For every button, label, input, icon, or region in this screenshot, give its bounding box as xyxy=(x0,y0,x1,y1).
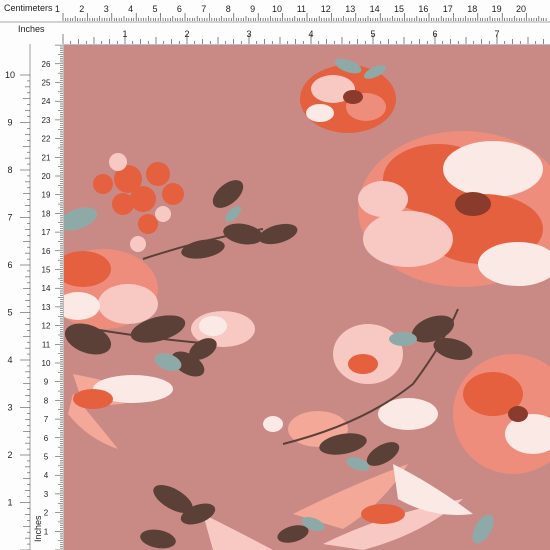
cm-tick-label: 7 xyxy=(201,4,206,14)
cm-tick-label: 12 xyxy=(321,4,331,14)
cm-tick-label: 9 xyxy=(44,378,49,387)
cm-tick-label: 1 xyxy=(44,527,49,536)
cm-tick-label: 2 xyxy=(79,4,84,14)
cm-tick-label: 5 xyxy=(152,4,157,14)
cm-tick-label: 6 xyxy=(44,434,49,443)
inch-tick-label: 10 xyxy=(5,70,15,80)
cm-tick-label: 25 xyxy=(42,79,51,88)
cm-tick-label: 17 xyxy=(42,228,51,237)
rose-small-top xyxy=(300,65,396,133)
inch-tick-label: 5 xyxy=(7,308,12,318)
inch-tick-label: 3 xyxy=(7,403,12,413)
inch-tick-label: 1 xyxy=(122,29,127,39)
inch-tick-label: 7 xyxy=(494,29,499,39)
left-ruler-ticks: 2625242322212019181716151413121110987654… xyxy=(5,44,63,550)
cm-tick-label: 14 xyxy=(42,284,51,293)
cm-tick-label: 4 xyxy=(44,471,49,480)
cm-tick-label: 19 xyxy=(492,4,502,14)
cm-tick-label: 16 xyxy=(42,247,51,256)
cm-tick-label: 20 xyxy=(516,4,526,14)
inch-tick-label: 6 xyxy=(7,260,12,270)
cm-tick-label: 6 xyxy=(177,4,182,14)
cm-tick-label: 10 xyxy=(272,4,282,14)
inch-tick-label: 2 xyxy=(184,29,189,39)
cm-tick-label: 15 xyxy=(42,266,51,275)
cm-tick-label: 3 xyxy=(104,4,109,14)
inch-tick-label: 1 xyxy=(7,498,12,508)
cm-tick-label: 7 xyxy=(44,415,49,424)
cm-tick-label: 8 xyxy=(44,396,49,405)
cm-tick-label: 18 xyxy=(467,4,477,14)
left-ruler-inch-label: Inches xyxy=(33,515,43,542)
cm-tick-label: 1 xyxy=(55,4,60,14)
cm-tick-label: 19 xyxy=(42,191,51,200)
cm-tick-label: 16 xyxy=(418,4,428,14)
cm-tick-label: 13 xyxy=(42,303,51,312)
cm-tick-label: 22 xyxy=(42,135,51,144)
inch-tick-label: 3 xyxy=(246,29,251,39)
cm-tick-label: 14 xyxy=(370,4,380,14)
cm-tick-label: 23 xyxy=(42,116,51,125)
fabric-print xyxy=(63,44,550,550)
cm-tick-label: 13 xyxy=(345,4,355,14)
inch-tick-label: 6 xyxy=(432,29,437,39)
inch-tick-label: 5 xyxy=(370,29,375,39)
fabric-swatch-view: Centimeters Inches 1 2 3 4 5 6 7 8 9 10 11 12 13 14 15… xyxy=(0,0,550,550)
inch-tick-label: 4 xyxy=(308,29,313,39)
cm-tick-label: 10 xyxy=(42,359,51,368)
cm-tick-label: 20 xyxy=(42,172,51,181)
inch-tick-label: 4 xyxy=(7,355,12,365)
cm-tick-label: 4 xyxy=(128,4,133,14)
inch-tick-label: 8 xyxy=(7,165,12,175)
cm-tick-label: 21 xyxy=(42,153,51,162)
cm-tick-label: 11 xyxy=(42,340,51,349)
cm-tick-label: 24 xyxy=(42,97,51,106)
inch-tick-label: 9 xyxy=(7,118,12,128)
cm-tick-label: 15 xyxy=(394,4,404,14)
cm-tick-label: 26 xyxy=(42,60,51,69)
cm-tick-label: 2 xyxy=(44,509,49,518)
cm-tick-label: 9 xyxy=(250,4,255,14)
cm-tick-label: 11 xyxy=(297,4,306,14)
floral-print-illustration xyxy=(63,44,550,550)
cm-tick-label: 8 xyxy=(226,4,231,14)
top-ruler: Centimeters Inches 1 2 3 4 5 6 7 8 9 10 11 12 13 14 15… xyxy=(0,0,550,45)
top-ruler-ticks: 1 2 3 4 5 6 7 8 9 10 11 12 13 14 15 16 17 18 19 201 2 3 4 5 6 7 xyxy=(0,4,550,44)
cm-tick-label: 17 xyxy=(443,4,453,14)
cm-tick-label: 12 xyxy=(42,322,51,331)
cm-tick-label: 3 xyxy=(44,490,49,499)
inch-tick-label: 2 xyxy=(7,450,12,460)
cm-tick-label: 18 xyxy=(42,209,51,218)
cm-tick-label: 5 xyxy=(44,453,49,462)
inch-tick-label: 7 xyxy=(7,213,12,223)
left-ruler: 26 25 24 23 22 21 20 19 18 17 16 15 14 13 12 11 10 9 8 7 6 5 4… xyxy=(0,44,64,550)
